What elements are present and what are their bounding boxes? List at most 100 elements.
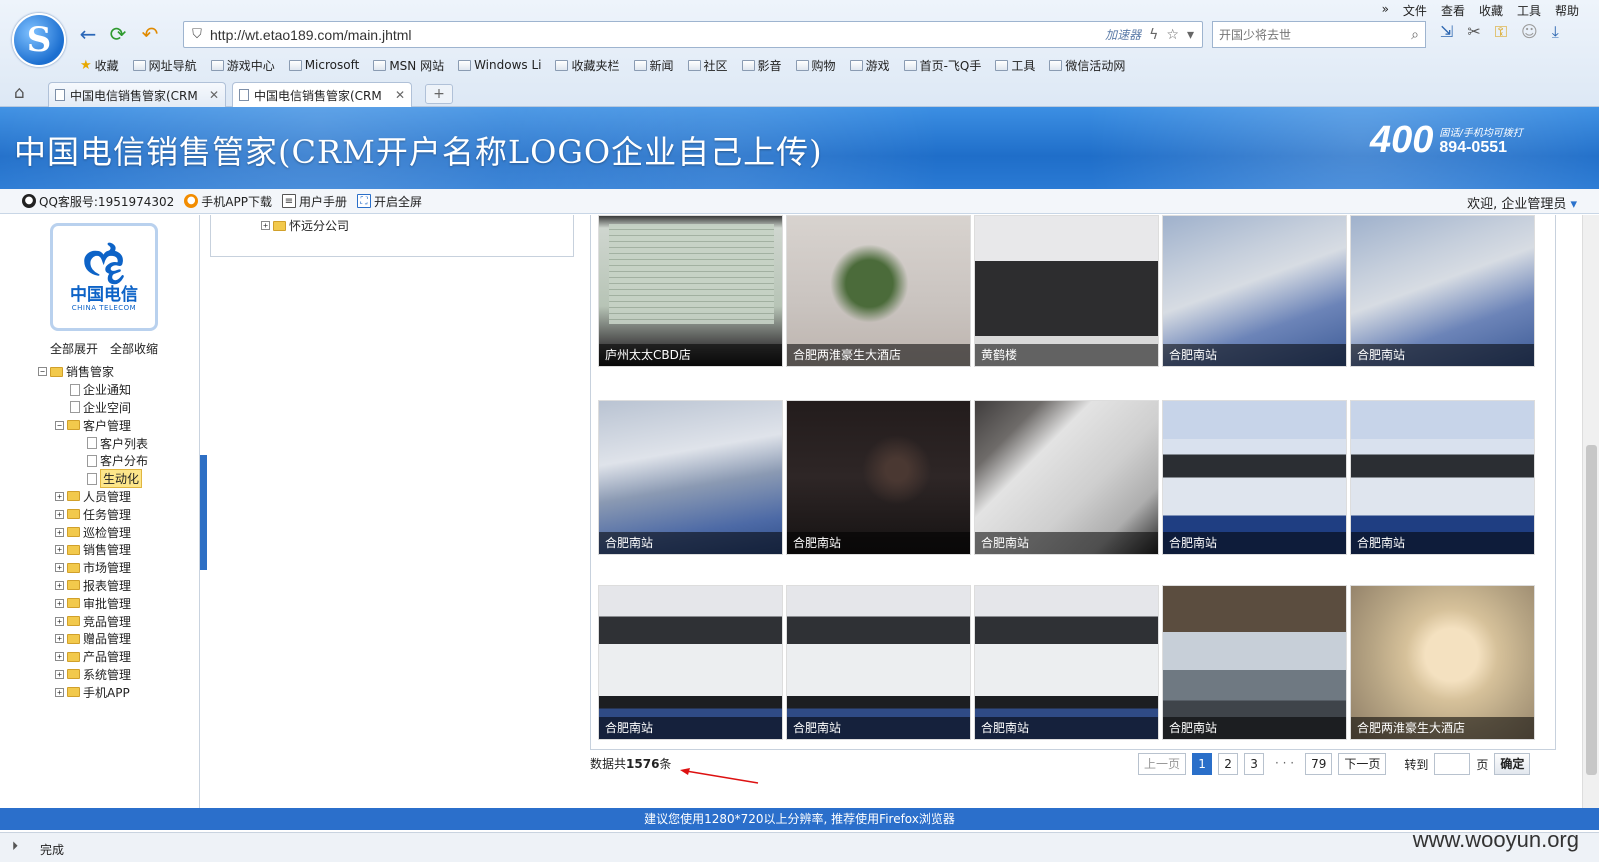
photo-card[interactable]: 合肥南站 [786,400,971,555]
back-arrow-icon[interactable]: ← [76,22,100,46]
expand-plus-icon[interactable]: + [55,634,64,644]
bookmark-item[interactable]: 收藏夹栏 [555,57,620,74]
expand-plus-icon[interactable]: + [55,580,64,590]
photo-card[interactable]: 合肥南站 [974,400,1159,555]
tree-item[interactable]: + 任务管理 [38,505,148,523]
url-text[interactable]: http://wt.etao189.com/main.jhtml [210,27,1105,43]
photo-card[interactable]: 合肥南站 [1162,215,1347,367]
lightning-icon[interactable]: ϟ [1149,27,1158,43]
bookmark-item[interactable]: Windows Li [458,58,541,72]
tree-item[interactable]: + 产品管理 [38,648,148,666]
photo-card[interactable]: 庐州太太CBD店 [598,215,783,367]
photo-card[interactable]: 合肥南站 [974,585,1159,740]
fullscreen-link[interactable]: ⛶ 开启全屏 [357,193,422,210]
expand-plus-icon[interactable]: + [55,669,64,679]
refresh-icon[interactable]: ⟳ [106,22,130,46]
collapse-minus-icon[interactable]: − [38,367,47,377]
bookmark-item[interactable]: 游戏中心 [210,57,275,74]
tree-item[interactable]: + 系统管理 [38,666,148,684]
bookmark-item[interactable]: Microsoft [288,58,359,72]
expand-all-link[interactable]: 全部展开 [50,340,98,357]
photo-card[interactable]: 合肥南站 [598,400,783,555]
browser-menu-item[interactable]: 帮助 [1555,2,1579,19]
tree-item[interactable]: + 巡检管理 [38,523,148,541]
page-number-button[interactable]: 1 [1192,753,1213,775]
tree-item[interactable]: 生动化 [38,469,148,489]
expand-plus-icon[interactable]: + [261,221,270,231]
collapse-minus-icon[interactable]: − [55,420,64,430]
expand-plus-icon[interactable]: + [55,491,64,501]
tree-item[interactable]: + 审批管理 [38,594,148,612]
photo-card[interactable]: 合肥南站 [598,585,783,740]
photo-card[interactable]: 合肥南站 [1162,400,1347,555]
browser-menu-item[interactable]: 文件 [1403,2,1427,19]
bookmark-item[interactable]: 影音 [741,57,782,74]
bookmark-item[interactable]: 购物 [795,57,836,74]
chevron-down-icon[interactable]: ▾ [1187,27,1194,43]
tree-item[interactable]: 客户分布 [38,452,148,470]
photo-card[interactable]: 合肥南站 [1350,215,1535,367]
photo-card[interactable]: 黄鹤楼 [974,215,1159,367]
photo-card[interactable]: 合肥南站 [786,585,971,740]
expand-plus-icon[interactable]: + [55,687,64,697]
tree-item[interactable]: + 销售管理 [38,541,148,559]
browser-tab-2[interactable]: 中国电信销售管家(CRM ✕ [232,82,412,107]
photo-card[interactable]: 合肥南站 [1162,585,1347,740]
user-manual-link[interactable]: ≡ 用户手册 [281,193,347,210]
expand-plus-icon[interactable]: + [55,563,64,573]
smiley-icon[interactable]: ☺ [1521,22,1538,42]
expand-plus-icon[interactable]: + [55,509,64,519]
browser-tab-1[interactable]: 中国电信销售管家(CRM ✕ [48,82,226,107]
expand-plus-icon[interactable]: + [55,545,64,555]
tree-item[interactable]: − 销售管家 [38,363,148,381]
goto-page-input[interactable] [1434,753,1471,775]
tree-item[interactable]: + 竞品管理 [38,612,148,630]
address-bar[interactable]: ⛉ http://wt.etao189.com/main.jhtml 加速器 ϟ… [183,21,1203,48]
tree-item[interactable]: − 客户管理 [38,416,148,434]
expand-plus-icon[interactable]: + [55,598,64,608]
bookmark-item[interactable]: 网址导航 [132,57,197,74]
confirm-button[interactable]: 确定 [1494,753,1531,775]
close-icon[interactable]: ✕ [395,88,405,102]
browser-menu-item[interactable]: » [1382,2,1389,19]
bookmark-item[interactable]: 游戏 [849,57,890,74]
chevron-down-icon[interactable]: ▾ [1570,197,1577,212]
welcome-user-menu[interactable]: 欢迎, 企业管理员 ▾ [1467,193,1577,212]
next-page-button[interactable]: 下一页 [1338,753,1387,775]
page-number-button[interactable]: 3 [1244,753,1265,775]
bookmark-item[interactable]: 社区 [687,57,728,74]
bookmark-item[interactable]: 首页-飞Q手 [903,57,981,74]
vertical-scrollbar[interactable] [1582,215,1599,808]
collapse-all-link[interactable]: 全部收缩 [110,340,158,357]
expand-plus-icon[interactable]: + [55,652,64,662]
tree-item[interactable]: + 市场管理 [38,559,148,577]
tree-item[interactable]: + 报表管理 [38,577,148,595]
bookmark-item[interactable]: 工具 [995,57,1035,74]
scissors-icon[interactable]: ✂ [1467,22,1480,42]
expand-plus-icon[interactable]: + [55,527,64,537]
close-icon[interactable]: ✕ [209,88,219,102]
sidebar-collapse-handle[interactable] [200,455,207,570]
search-box[interactable]: ⌕ [1212,21,1426,48]
bookmark-item[interactable]: 新闻 [633,57,674,74]
photo-card[interactable]: 合肥南站 [1350,400,1535,555]
scrollbar-thumb[interactable] [1586,445,1597,775]
star-icon[interactable]: ☆ [1166,27,1179,43]
page-number-button[interactable]: 2 [1218,753,1239,775]
tree-item[interactable]: 企业空间 [38,399,148,417]
login-icon[interactable]: ⇲ [1440,22,1453,42]
app-download-link[interactable]: ● 手机APP下载 [184,193,272,210]
undo-close-icon[interactable]: ↶ [138,22,162,46]
org-tree-item[interactable]: + 怀远分公司 [261,217,349,235]
new-tab-button[interactable]: + [425,84,453,104]
tree-item[interactable]: 客户列表 [38,434,148,452]
accelerator-label[interactable]: 加速器 [1105,26,1141,43]
browser-menu-item[interactable]: 工具 [1517,2,1541,19]
browser-menu-item[interactable]: 收藏 [1479,2,1503,19]
home-icon[interactable]: ⌂ [14,83,25,103]
search-icon[interactable]: ⌕ [1411,27,1419,43]
photo-card[interactable]: 合肥两淮豪生大酒店 [1350,585,1535,740]
bookmark-item[interactable]: MSN 网站 [373,57,444,74]
tree-item[interactable]: 企业通知 [38,381,148,399]
bookmark-item[interactable]: 微信活动网 [1049,57,1125,74]
